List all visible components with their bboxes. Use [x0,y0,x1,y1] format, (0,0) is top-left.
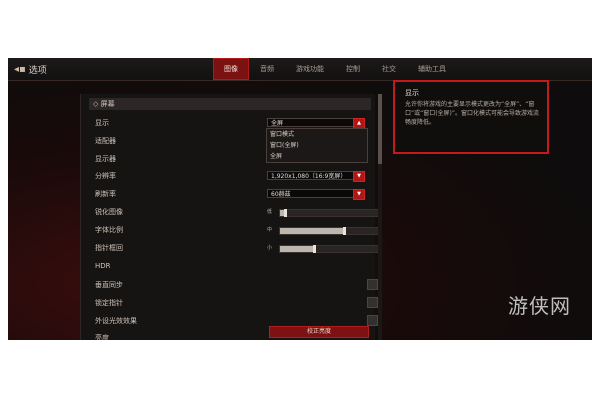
sharpen-slider[interactable] [279,209,379,217]
resolution-value: 1,920x1,080（16:9宽屏） [271,173,347,180]
resolution-label: 分辨率 [95,172,116,180]
ambient-checkbox[interactable] [367,315,378,326]
section-header-screen[interactable]: ◇ 屏幕 [89,98,371,110]
font-scale-level-text: 中 [267,227,273,233]
back-arrow-icon: ◂▪ [14,64,26,75]
display-mode-menu: 窗口模式 窗口(全屏) 全屏 [266,128,368,163]
vsync-label: 垂直同步 [95,281,123,289]
menu-item-windowed[interactable]: 窗口模式 [267,129,367,140]
top-nav-bar: ◂▪ 选项 图像 音频 游戏功能 控制 社交 辅助工具 [8,58,592,81]
cursor-scale-level-text: 小 [267,245,273,251]
dropdown-arrow-down-icon: ▼ [353,189,365,200]
slider-handle[interactable] [313,245,317,253]
refresh-rate-value: 60赫兹 [271,191,291,198]
setting-hdr: HDR [95,260,375,276]
help-title: 显示 [405,89,419,97]
display-mode-value: 全屏 [271,120,284,127]
setting-vsync: 垂直同步 [95,278,378,294]
menu-item-fullscreen[interactable]: 全屏 [267,151,367,162]
brightness-label: 亮度 [95,334,109,340]
ambient-label: 外设光效效果 [95,317,137,325]
dropdown-arrow-down-icon: ▼ [353,171,365,182]
setting-font-scale: 字体比例 中 [95,223,379,239]
help-description: 允许你将游戏的主要显示模式更改为“全屏”、“窗口”或“窗口(全屏)”。窗口化模式… [405,101,540,126]
scrollbar-thumb[interactable] [378,94,382,164]
lock-cursor-checkbox[interactable] [367,297,378,308]
game-window: ◂▪ 选项 图像 音频 游戏功能 控制 社交 辅助工具 ◇ 屏幕 显示 全屏 ▲… [8,58,592,340]
setting-resolution: 分辨率 1,920x1,080（16:9宽屏） ▼ [95,169,375,185]
resolution-dropdown[interactable]: 1,920x1,080（16:9宽屏） ▼ [267,171,365,182]
section-title: 屏幕 [100,100,115,108]
tab-gameplay[interactable]: 游戏功能 [285,58,335,80]
calibrate-brightness-button[interactable]: 校正亮度 [269,326,369,338]
vsync-checkbox[interactable] [367,279,378,290]
site-watermark: 游侠网 [508,294,571,318]
sharpen-label: 锐化图像 [95,208,123,216]
slider-handle[interactable] [283,209,287,217]
back-button[interactable]: ◂▪ 选项 [14,63,47,76]
refresh-rate-dropdown[interactable]: 60赫兹 ▼ [267,189,365,200]
font-scale-control: 中 [267,225,379,235]
help-tooltip-box: 显示 允许你将游戏的主要显示模式更改为“全屏”、“窗口”或“窗口(全屏)”。窗口… [393,80,549,154]
menu-item-windowed-fullscreen[interactable]: 窗口(全屏) [267,140,367,151]
slider-fill [280,246,315,252]
monitor-label: 显示器 [95,155,116,163]
tab-accessibility[interactable]: 辅助工具 [407,58,457,80]
slider-handle[interactable] [342,227,346,235]
hdr-label: HDR [95,262,111,270]
font-scale-slider[interactable] [279,227,379,235]
cursor-scale-slider[interactable] [279,245,379,253]
tab-social[interactable]: 社交 [371,58,407,80]
tab-strip: 图像 音频 游戏功能 控制 社交 辅助工具 [213,58,457,80]
display-mode-label: 显示 [95,119,109,127]
settings-scrollbar[interactable] [378,94,382,340]
tab-graphics[interactable]: 图像 [213,58,249,80]
lock-cursor-label: 锁定指针 [95,299,123,307]
adapter-label: 适配器 [95,137,116,145]
setting-lock-cursor: 锁定指针 [95,296,378,312]
setting-sharpen: 锐化图像 低 [95,205,379,221]
options-title: 选项 [28,66,47,76]
collapse-icon: ◇ [93,100,101,108]
cursor-scale-control: 小 [267,243,379,253]
sharpen-control: 低 [267,207,379,217]
display-mode-dropdown[interactable]: 全屏 ▲ [267,118,365,129]
sharpen-level-text: 低 [267,209,273,215]
setting-cursor-scale: 指针框回 小 [95,241,379,257]
cursor-scale-label: 指针框回 [95,244,123,252]
tab-audio[interactable]: 音频 [249,58,285,80]
font-scale-label: 字体比例 [95,226,123,234]
slider-fill [280,228,344,234]
refresh-rate-label: 刷新率 [95,190,116,198]
setting-refresh-rate: 刷新率 60赫兹 ▼ [95,187,375,203]
tab-controls[interactable]: 控制 [335,58,371,80]
